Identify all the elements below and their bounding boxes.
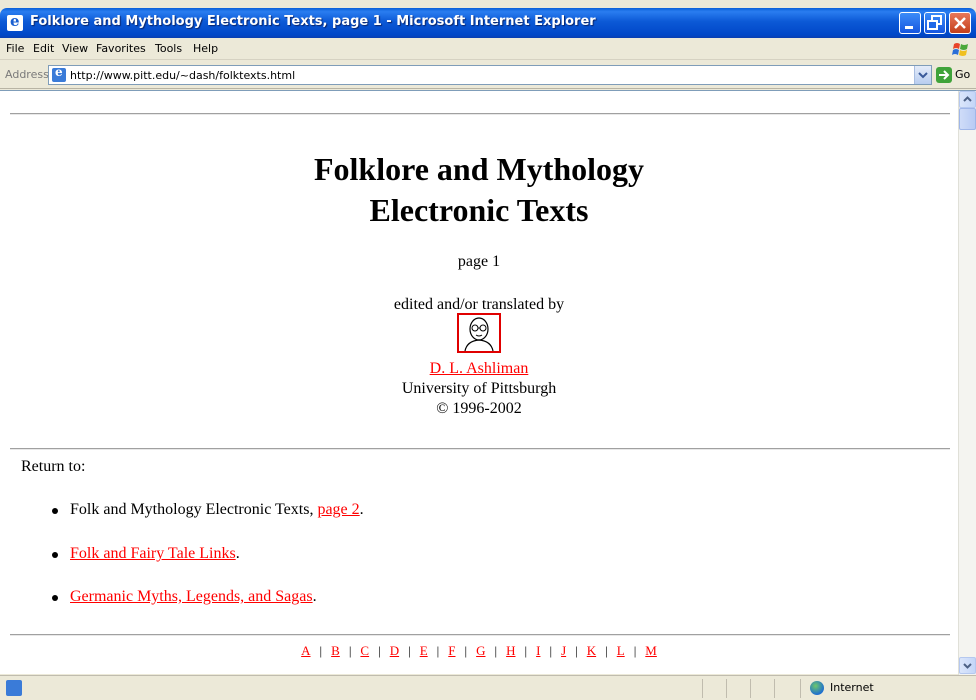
menu-edit[interactable]: Edit [33,42,54,55]
menu-bar: File Edit View Favorites Tools Help [0,38,976,60]
alpha-link-h[interactable]: H [506,643,515,658]
windows-logo-icon [952,43,968,56]
scroll-down-button[interactable] [959,657,976,674]
address-bar: Address http://www.pitt.edu/~dash/folkte… [0,61,976,89]
vertical-scrollbar[interactable] [958,91,976,675]
address-input[interactable]: http://www.pitt.edu/~dash/folktexts.html [48,65,932,85]
address-url[interactable]: http://www.pitt.edu/~dash/folktexts.html [70,69,295,82]
scroll-up-button[interactable] [959,91,976,108]
chevron-down-icon [963,663,972,669]
alpha-link-b[interactable]: B [331,643,340,658]
menu-tools[interactable]: Tools [155,42,182,55]
alpha-link-c[interactable]: C [360,643,369,658]
menu-file[interactable]: File [6,42,24,55]
minimize-icon [905,26,913,29]
alpha-link-e[interactable]: E [420,643,428,658]
page-title-line1: Folklore and Mythology [313,151,645,187]
alpha-link-m[interactable]: M [645,643,657,658]
portrait-wrap [0,313,958,356]
author-portrait[interactable] [457,313,501,353]
chevron-up-icon [963,96,972,102]
list-item-suffix: . [312,588,317,605]
alpha-link-k[interactable]: K [587,643,596,658]
title-bar: Folklore and Mythology Electronic Texts,… [0,8,976,38]
go-button[interactable]: Go [936,66,976,84]
alpha-separator: | [605,643,608,658]
alpha-separator: | [378,643,381,658]
divider [10,634,950,636]
alpha-separator: | [436,643,440,658]
status-pane [800,679,801,698]
alpha-separator: | [549,643,553,658]
status-bar: Internet [0,675,976,700]
menu-view[interactable]: View [62,42,88,55]
list-item-suffix: . [235,545,240,562]
minimize-button[interactable] [899,12,921,34]
address-dropdown-button[interactable] [914,66,931,84]
status-pane [702,679,703,698]
close-icon [954,17,966,29]
divider [10,448,950,450]
alpha-link-a[interactable]: A [301,643,310,658]
security-zone-label: Internet [830,681,874,694]
chevron-down-icon [918,72,928,79]
alpha-separator: | [633,643,637,658]
bullet [52,508,58,514]
alpha-separator: | [524,643,528,658]
alpha-link-g[interactable]: G [476,643,485,658]
copyright: © 1996-2002 [436,400,522,417]
page-number: page 1 [457,253,501,270]
alpha-separator: | [348,643,352,658]
bullet [52,595,58,601]
page-icon [52,65,66,82]
germanic-myths-link[interactable]: Germanic Myths, Legends, and Sagas [70,588,313,605]
page-title-line2: Electronic Texts [369,192,589,228]
list-item-suffix: . [359,501,364,518]
portrait-face-icon [464,317,494,352]
status-pane [774,679,775,698]
status-pane [726,679,727,698]
edited-by: edited and/or translated by [393,296,565,313]
page-content: Folklore and Mythology Electronic Texts … [0,91,958,675]
alpha-separator: | [575,643,578,658]
return-to-label: Return to: [21,458,86,475]
institution: University of Pittsburgh [401,380,557,397]
alpha-link-d[interactable]: D [390,643,399,658]
maximize-button[interactable] [924,12,946,34]
close-button[interactable] [949,12,971,34]
page-status-icon [6,680,22,696]
alpha-link-l[interactable]: L [617,643,625,658]
go-label: Go [955,68,971,81]
alphabet-index: A | B | C | D | E | F | G | H | I | J | K | L | M [0,643,958,659]
alpha-separator: | [319,643,323,658]
alpha-separator: | [494,643,498,658]
status-pane [750,679,751,698]
list-item-prefix: Folk and Mythology Electronic Texts, [70,501,318,518]
internet-zone-icon [810,681,824,695]
menu-help[interactable]: Help [193,42,218,55]
go-arrow-icon [936,67,952,83]
author-line: D. L. Ashliman [0,359,958,379]
bullet [52,552,58,558]
page-2-link[interactable]: page 2 [317,501,359,518]
restore-icon [927,15,942,30]
window-title: Folklore and Mythology Electronic Texts,… [30,14,596,29]
alpha-separator: | [408,643,411,658]
folk-fairy-tale-links-link[interactable]: Folk and Fairy Tale Links [70,545,236,562]
menu-favorites[interactable]: Favorites [96,42,146,55]
page-title: Folklore and Mythology Electronic Texts [0,149,958,231]
alpha-separator: | [464,643,468,658]
address-label: Address [5,68,49,81]
author-link[interactable]: D. L. Ashliman [430,360,529,377]
browser-viewport: Folklore and Mythology Electronic Texts … [0,90,976,675]
divider [10,113,950,115]
ie-icon[interactable] [7,12,23,31]
scroll-thumb[interactable] [959,108,976,130]
alpha-link-f[interactable]: F [448,643,455,658]
